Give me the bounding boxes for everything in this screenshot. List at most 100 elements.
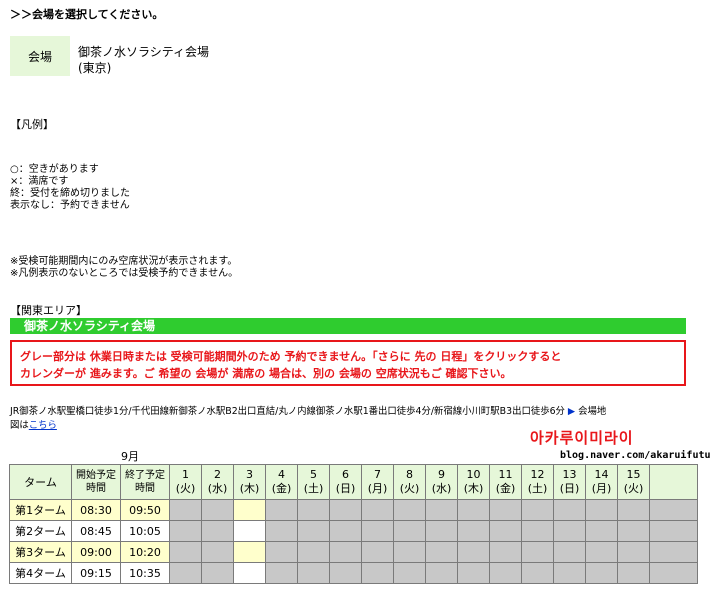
- note-1: ※受検可能期間内にのみ空席状況が表示されます。: [10, 256, 238, 267]
- slot-cell: [585, 520, 618, 542]
- venue-label: 会場: [10, 36, 70, 76]
- slot-cell: [585, 541, 618, 563]
- term-cell: 第4ターム: [9, 562, 72, 584]
- calendar-header-row: ターム 開始予定 時間 終了予定 時間 1 (火) 2 (水) 3 (木) 4 (金) …: [9, 464, 698, 500]
- area-title: 【関東エリア】: [10, 304, 87, 317]
- slot-cell: [329, 562, 362, 584]
- slot-cell: [233, 499, 266, 521]
- note-2: ※凡例表示のないところでは受検予約できません。: [10, 268, 239, 279]
- slot-cell: [361, 562, 394, 584]
- slot-cell: [457, 541, 490, 563]
- table-row: 第1ターム 08:30 09:50: [9, 499, 698, 521]
- slot-cell: [617, 520, 650, 542]
- page-heading: ＞＞会場を選択してください。: [10, 8, 164, 21]
- venue-name: 御茶ノ水ソラシティ会場: [78, 45, 210, 59]
- legend-item-closed: 終：受付を締め切りました: [10, 188, 130, 199]
- slot-cell: [585, 562, 618, 584]
- map-link[interactable]: こちら: [29, 420, 57, 431]
- slot-cell: [201, 520, 234, 542]
- slot-cell: [649, 499, 698, 521]
- slot-cell: [329, 499, 362, 521]
- day-header: 10 (木): [457, 464, 490, 500]
- start-cell: 08:30: [71, 499, 121, 521]
- header-start: 開始予定 時間: [71, 464, 121, 500]
- watermark-url: blog.naver.com/akaruifuture: [560, 450, 710, 461]
- header-end-l1: 終了予定: [125, 470, 165, 481]
- day-header: 13 (日): [553, 464, 586, 500]
- slot-cell: [553, 520, 586, 542]
- day-header: 9 (水): [425, 464, 458, 500]
- slot-cell: [361, 499, 394, 521]
- slot-cell: [617, 499, 650, 521]
- slot-cell: [233, 562, 266, 584]
- slot-cell: [521, 499, 554, 521]
- day-header: 3 (木): [233, 464, 266, 500]
- slot-cell: [265, 562, 298, 584]
- slot-cell: [361, 541, 394, 563]
- day-header: 7 (月): [361, 464, 394, 500]
- header-term: ターム: [9, 464, 72, 500]
- legend-title: 【凡例】: [10, 118, 54, 131]
- day-header: 6 (日): [329, 464, 362, 500]
- table-row: 第4ターム 09:15 10:35: [9, 562, 698, 584]
- day-header: 4 (金): [265, 464, 298, 500]
- slot-cell: [649, 520, 698, 542]
- slot-cell: [265, 499, 298, 521]
- legend-item-none: 表示なし：予約できません: [10, 200, 130, 211]
- slot-cell: [425, 499, 458, 521]
- venue-info: 御茶ノ水ソラシティ会場 (東京): [78, 44, 209, 76]
- slot-cell: [393, 562, 426, 584]
- access-text: JR御茶ノ水駅聖橋口徒歩1分/千代田線新御茶ノ水駅B2出口直結/丸ノ内線御茶ノ水…: [10, 406, 565, 417]
- notice-line-2: カレンダーが 進みます。ご 希望の 会場が 満席の 場合は、別の 会場の 空席状…: [20, 367, 512, 380]
- notice-box: グレー部分は 休業日時または 受検可能期間外のため 予約できません。「さらに 先…: [10, 340, 686, 386]
- slot-cell: [521, 562, 554, 584]
- slot-cell: [617, 562, 650, 584]
- day-header: 5 (土): [297, 464, 330, 500]
- venue-banner: 御茶ノ水ソラシティ会場: [10, 318, 686, 334]
- header-start-l1: 開始予定: [76, 470, 116, 481]
- start-cell: 09:15: [71, 562, 121, 584]
- venue-city: (東京): [78, 61, 112, 75]
- slot-cell: [649, 562, 698, 584]
- slot-cell: [617, 541, 650, 563]
- slot-cell: [393, 541, 426, 563]
- slot-cell: [457, 499, 490, 521]
- start-cell: 09:00: [71, 541, 121, 563]
- legend-item-full: ×：満席です: [10, 176, 69, 187]
- table-row: 第2ターム 08:45 10:05: [9, 520, 698, 542]
- notice-line-1: グレー部分は 休業日時または 受検可能期間外のため 予約できません。「さらに 先…: [20, 350, 562, 363]
- slot-cell: [201, 541, 234, 563]
- slot-cell: [425, 562, 458, 584]
- legend-list: ○：空きがあります ×：満席です 終：受付を締め切りました 表示なし：予約できま…: [10, 164, 130, 212]
- slot-cell: [169, 520, 202, 542]
- slot-cell: [169, 541, 202, 563]
- slot-cell: [489, 499, 522, 521]
- day-header: 14 (月): [585, 464, 618, 500]
- end-cell: 10:05: [120, 520, 170, 542]
- day-header: 12 (土): [521, 464, 554, 500]
- slot-cell: [521, 520, 554, 542]
- slot-cell: [169, 562, 202, 584]
- term-cell: 第3ターム: [9, 541, 72, 563]
- slot-cell: [233, 520, 266, 542]
- slot-cell: [553, 562, 586, 584]
- term-cell: 第2ターム: [9, 520, 72, 542]
- header-start-l2: 時間: [86, 483, 106, 494]
- term-cell: 第1ターム: [9, 499, 72, 521]
- slot-cell: [521, 541, 554, 563]
- slot-cell: [297, 541, 330, 563]
- legend-item-available: ○：空きがあります: [10, 164, 99, 175]
- slot-cell: [425, 520, 458, 542]
- slot-cell: [489, 541, 522, 563]
- slot-cell: [553, 541, 586, 563]
- slot-cell: [425, 541, 458, 563]
- slot-cell: [201, 562, 234, 584]
- day-header: 8 (火): [393, 464, 426, 500]
- calendar-table: ターム 開始予定 時間 終了予定 時間 1 (火) 2 (水) 3 (木) 4 (金) …: [9, 464, 698, 584]
- end-cell: 10:35: [120, 562, 170, 584]
- slot-cell: [489, 520, 522, 542]
- day-header: 2 (水): [201, 464, 234, 500]
- slot-cell: [297, 520, 330, 542]
- start-cell: 08:45: [71, 520, 121, 542]
- calendar-month: 9月: [121, 450, 139, 463]
